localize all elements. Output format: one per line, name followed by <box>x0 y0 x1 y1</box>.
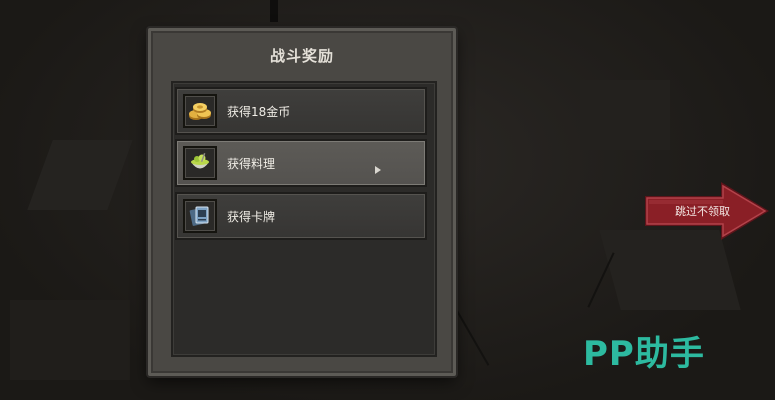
background-rock <box>580 80 670 150</box>
reward-icon-frame <box>183 146 217 180</box>
background-rock <box>10 300 130 380</box>
reward-label: 获得卡牌 <box>227 210 276 224</box>
mouse-cursor-icon <box>375 166 381 174</box>
reward-item-gold[interactable]: 获得18金币 <box>175 87 427 135</box>
gold-coins-icon <box>189 103 211 120</box>
panel-title: 战斗奖励 <box>269 47 334 65</box>
reward-item-food[interactable]: 获得料理 <box>175 139 427 187</box>
skip-label: 跳过不领取 <box>675 205 730 218</box>
food-bowl-icon <box>191 153 209 169</box>
card-icon <box>189 206 209 226</box>
background-post <box>270 0 278 22</box>
pp-assistant-watermark: PP助手 <box>583 334 705 374</box>
reward-item-card[interactable]: 获得卡牌 <box>175 192 427 240</box>
reward-label: 获得料理 <box>227 157 276 171</box>
reward-label: 获得18金币 <box>227 105 291 119</box>
battle-reward-panel: 战斗奖励 获得18金币 获得料理 获得卡牌 <box>148 28 456 376</box>
reward-icon-frame <box>183 94 217 128</box>
skip-reward-button[interactable]: 跳过不领取 <box>643 180 771 242</box>
reward-icon-frame <box>183 199 217 233</box>
